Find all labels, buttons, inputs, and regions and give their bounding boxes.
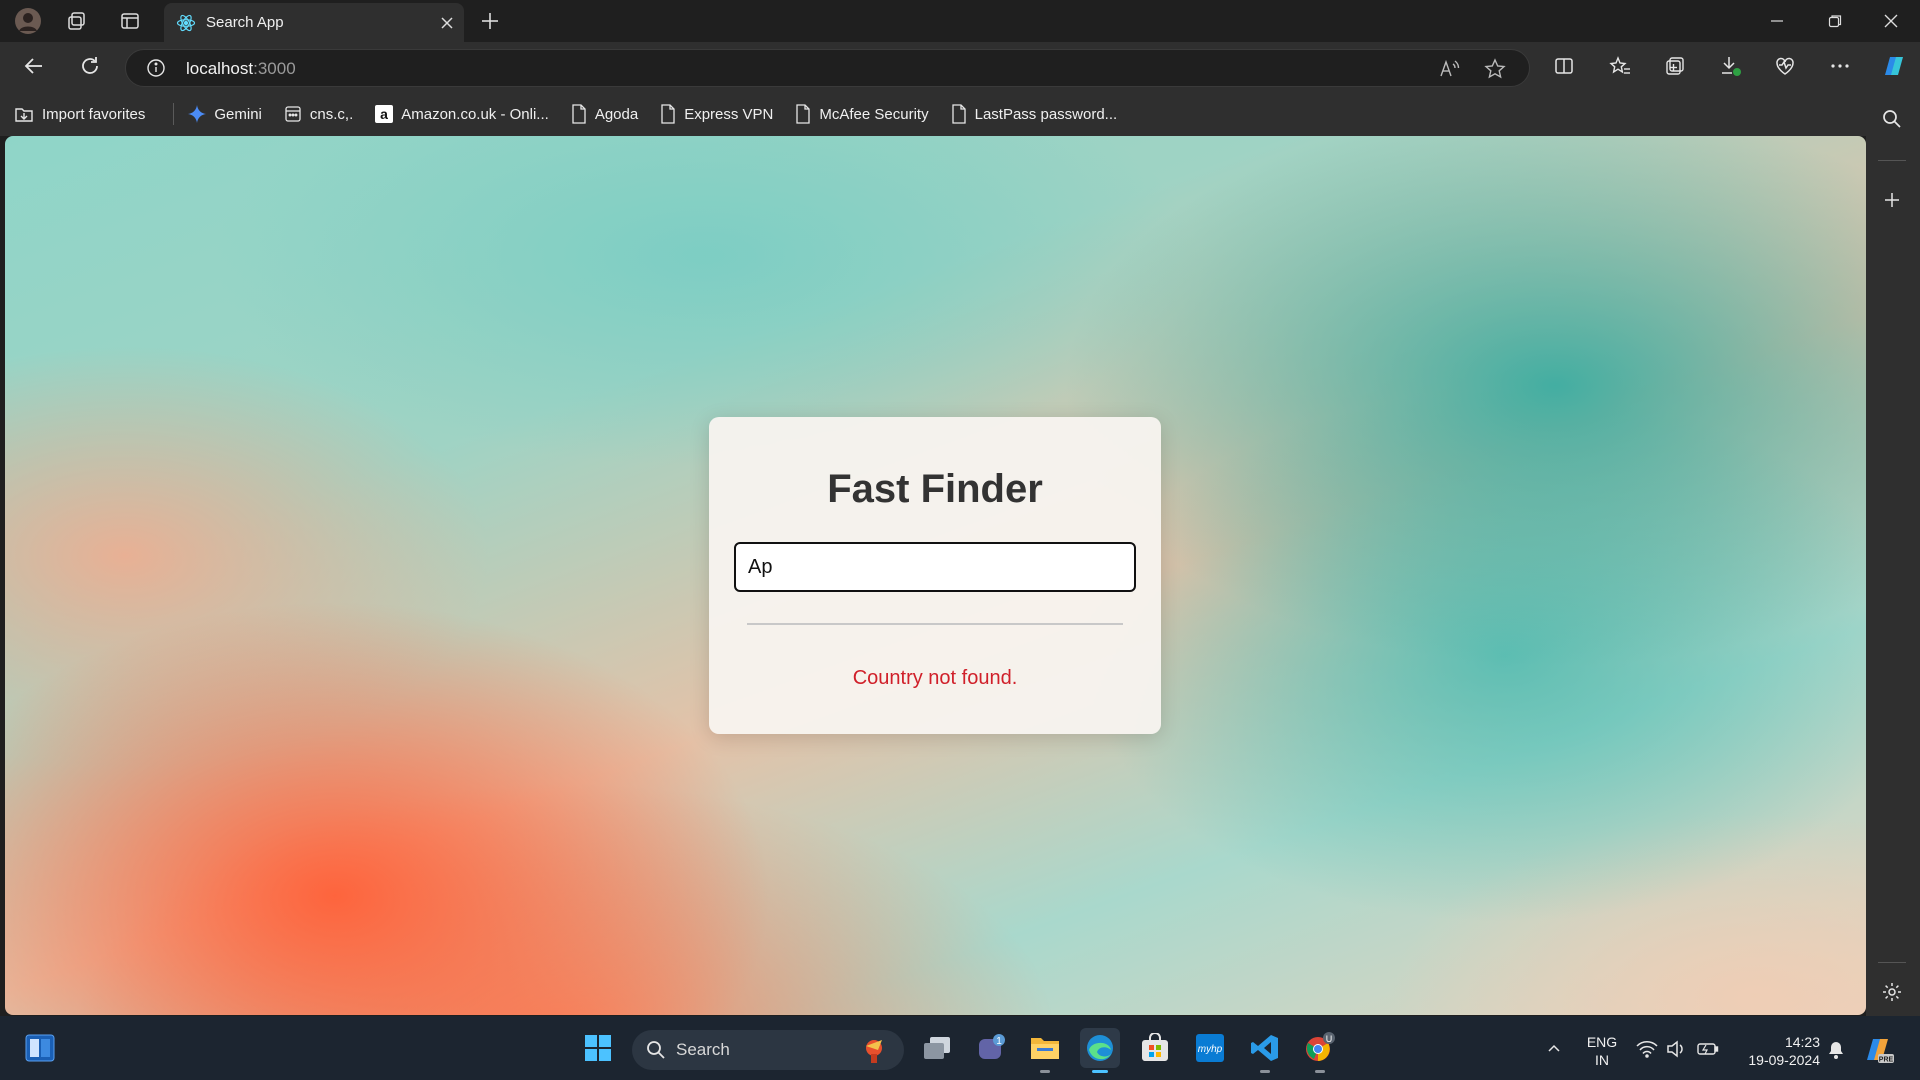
microsoft-store-icon[interactable] [1135, 1028, 1175, 1068]
search-highlight-icon [858, 1034, 890, 1066]
edge-icon[interactable] [1080, 1028, 1120, 1068]
taskbar-search-label: Search [676, 1040, 730, 1059]
vscode-running-indicator [1260, 1070, 1270, 1073]
close-tab-icon[interactable] [440, 16, 454, 30]
show-hidden-icons[interactable] [1534, 1028, 1574, 1068]
copilot-pre-icon[interactable]: PRE [1862, 1034, 1894, 1066]
input-language[interactable]: ENG IN [1580, 1033, 1624, 1069]
browser-essentials-icon[interactable] [1767, 49, 1803, 83]
explorer-running-indicator [1040, 1070, 1050, 1073]
results-divider [747, 623, 1123, 625]
new-tab-button[interactable] [472, 4, 508, 38]
wifi-icon[interactable] [1636, 1040, 1658, 1058]
bookmark-agoda[interactable]: Agoda [571, 99, 648, 129]
bookmark-mcafee[interactable]: McAfee Security [795, 99, 938, 129]
search-icon [646, 1040, 666, 1060]
search-card: Fast Finder Country not found. [709, 417, 1161, 734]
bookmark-cns[interactable]: cns.c,. [284, 99, 363, 129]
teams-badge: 1 [996, 1036, 1002, 1047]
clock-time: 14:23 [1784, 1034, 1820, 1050]
sidebar-add-icon[interactable] [1874, 183, 1910, 217]
clock-date: 19-09-2024 [1748, 1052, 1820, 1068]
page-title: Fast Finder [827, 467, 1043, 511]
back-button[interactable] [16, 49, 52, 83]
svg-text:PRE: PRE [1879, 1057, 1894, 1064]
teams-icon[interactable]: 1 [972, 1028, 1012, 1068]
taskbar-search[interactable]: Search [632, 1030, 904, 1070]
start-button[interactable] [578, 1028, 618, 1068]
file-explorer-icon[interactable] [1025, 1028, 1065, 1068]
restore-button[interactable] [1806, 0, 1864, 42]
chrome-icon[interactable]: U [1300, 1028, 1340, 1068]
task-view-icon[interactable] [917, 1028, 957, 1068]
country-search-input[interactable] [734, 542, 1136, 592]
svg-text:a: a [380, 106, 388, 122]
chrome-running-indicator [1315, 1070, 1325, 1073]
react-icon [176, 13, 196, 33]
amazon-icon: a [375, 105, 394, 123]
page-viewport: Fast Finder Country not found. [5, 136, 1866, 1015]
notification-bell-icon[interactable] [1826, 1040, 1846, 1060]
document-icon [951, 104, 967, 124]
widgets-icon[interactable] [20, 1028, 60, 1068]
chrome-profile-badge: U [1326, 1034, 1333, 1044]
svg-text:myhp: myhp [1198, 1044, 1223, 1055]
minimize-button[interactable] [1748, 0, 1806, 42]
bookmark-import-favorites[interactable]: Import favorites [14, 99, 155, 129]
workspaces-icon[interactable] [59, 4, 95, 38]
favorites-icon[interactable] [1602, 49, 1638, 83]
document-icon [571, 104, 587, 124]
bookmark-express-vpn[interactable]: Express VPN [660, 99, 783, 129]
edge-sidebar [1866, 136, 1920, 1016]
myhp-icon[interactable]: myhp [1190, 1028, 1230, 1068]
vscode-icon[interactable] [1245, 1028, 1285, 1068]
downloads-icon[interactable] [1713, 49, 1749, 83]
region-code: IN [1595, 1052, 1609, 1068]
import-icon [14, 105, 34, 123]
gemini-icon [188, 105, 207, 123]
site-info-icon[interactable] [146, 58, 166, 78]
language-code: ENG [1586, 1034, 1618, 1050]
page-icon [284, 105, 302, 123]
address-bar[interactable]: localhost:3000 [125, 49, 1530, 87]
sidebar-divider [1878, 160, 1906, 161]
taskbar [0, 1016, 1920, 1080]
tab-title: Search App [206, 14, 284, 31]
bookmark-lastpass[interactable]: LastPass password... [951, 99, 1128, 129]
more-options-icon[interactable] [1822, 49, 1858, 83]
document-icon [660, 104, 676, 124]
favorite-star-icon[interactable] [1484, 58, 1506, 80]
sidebar-settings-icon[interactable] [1874, 975, 1910, 1009]
close-window-button[interactable] [1862, 0, 1920, 42]
battery-icon[interactable] [1696, 1040, 1720, 1058]
copilot-icon[interactable] [1876, 49, 1912, 83]
error-message: Country not found. [852, 667, 1018, 689]
refresh-button[interactable] [72, 49, 108, 83]
clock[interactable]: 14:23 19-09-2024 [1732, 1033, 1820, 1069]
volume-icon[interactable] [1666, 1040, 1686, 1058]
bookmark-amazon[interactable]: a Amazon.co.uk - Onli... [375, 99, 559, 129]
bookmarks-bar: Import favorites Gemini cns.c,. a Amazon… [0, 92, 1920, 136]
split-screen-icon[interactable] [1546, 49, 1582, 83]
profile-avatar[interactable] [10, 4, 46, 38]
sidebar-search-icon[interactable] [1874, 102, 1910, 136]
document-icon [795, 104, 811, 124]
url-text[interactable]: localhost:3000 [186, 59, 296, 79]
edge-active-indicator [1092, 1070, 1108, 1073]
tab-search-app[interactable]: Search App [164, 3, 464, 42]
sidebar-divider-bottom [1878, 962, 1906, 963]
bookmark-divider [173, 103, 175, 125]
bookmark-gemini[interactable]: Gemini [188, 99, 272, 129]
read-aloud-icon[interactable] [1438, 58, 1460, 80]
collections-icon[interactable] [1657, 49, 1693, 83]
vertical-tabs-icon[interactable] [112, 4, 148, 38]
